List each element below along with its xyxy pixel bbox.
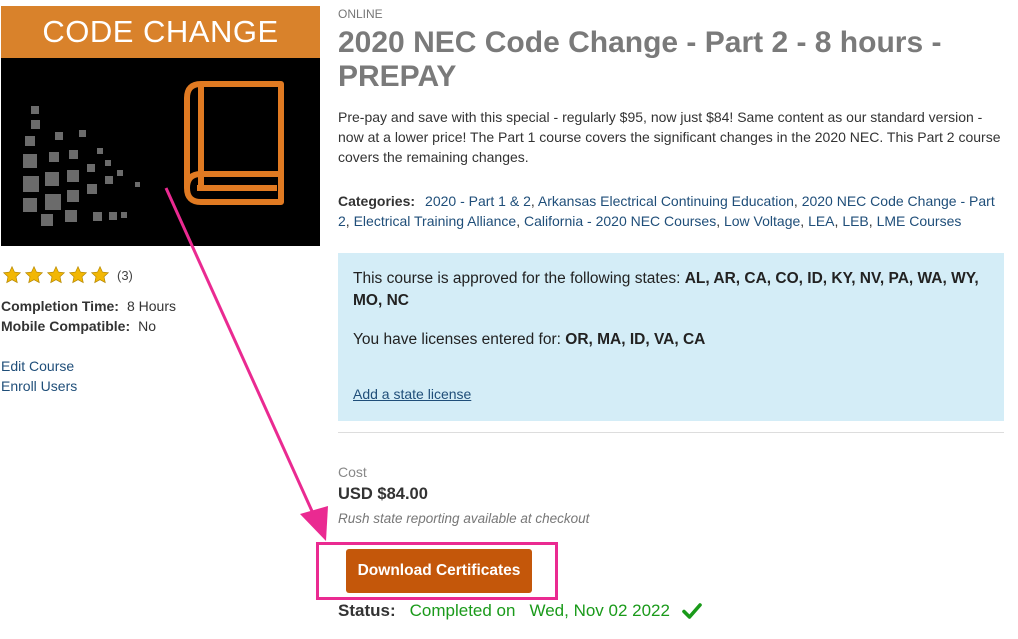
star-icon: [2, 265, 22, 284]
status-date: Wed, Nov 02 2022: [529, 601, 670, 620]
mobile-compatible-label: Mobile Compatible:: [1, 318, 131, 334]
states-info-box: This course is approved for the followin…: [338, 253, 1004, 421]
completion-time-label: Completion Time:: [1, 298, 119, 314]
category-link[interactable]: Low Voltage: [724, 213, 800, 229]
license-states-list: OR, MA, ID, VA, CA: [565, 331, 706, 348]
rush-reporting-note: Rush state reporting available at checko…: [338, 511, 590, 526]
cost-label: Cost: [338, 464, 367, 480]
thumbnail-banner: CODE CHANGE: [1, 6, 320, 58]
license-states-text: You have licenses entered for: OR, MA, I…: [353, 329, 705, 351]
star-icon: [46, 265, 66, 284]
enroll-users-link[interactable]: Enroll Users: [1, 378, 77, 394]
annotation-arrow-head: [300, 506, 328, 541]
license-states-prefix: You have licenses entered for:: [353, 331, 561, 348]
star-rating: (3): [2, 265, 133, 285]
category-link[interactable]: 2020 - Part 1 & 2: [425, 193, 531, 209]
course-thumbnail: CODE CHANGE: [1, 6, 320, 246]
cost-value: USD $84.00: [338, 485, 428, 503]
course-description: Pre-pay and save with this special - reg…: [338, 109, 1001, 165]
mobile-compatible-value: No: [138, 318, 157, 334]
approved-states-text: This course is approved for the followin…: [353, 268, 993, 312]
category-link[interactable]: Arkansas Electrical Continuing Education: [538, 193, 794, 209]
completion-time-value: 8 Hours: [126, 298, 176, 314]
category-link[interactable]: LEA: [808, 213, 834, 229]
edit-course-link[interactable]: Edit Course: [1, 358, 74, 374]
checkmark-icon: [682, 603, 702, 619]
categories: Categories: 2020 - Part 1 & 2, Arkansas E…: [338, 193, 995, 229]
mobile-compatible-row: Mobile Compatible: No: [1, 318, 156, 334]
category-link[interactable]: LME Courses: [877, 213, 962, 229]
categories-label: Categories:: [338, 193, 416, 209]
category-link[interactable]: Electrical Training Alliance: [354, 213, 517, 229]
category-link[interactable]: California - 2020 NEC Courses: [524, 213, 716, 229]
approved-states-prefix: This course is approved for the followin…: [353, 270, 681, 287]
rating-count: (3): [117, 267, 133, 283]
category-link[interactable]: LEB: [842, 213, 868, 229]
status-value: Completed on: [409, 601, 516, 620]
completion-time-row: Completion Time: 8 Hours: [1, 298, 176, 314]
course-type: ONLINE: [338, 7, 383, 21]
star-icon: [68, 265, 88, 284]
course-title: 2020 NEC Code Change - Part 2 - 8 hours …: [338, 26, 942, 93]
add-state-license-link[interactable]: Add a state license: [353, 386, 471, 402]
status-label: Status:: [338, 601, 396, 620]
divider: [338, 432, 1004, 433]
star-icon: [24, 265, 44, 284]
star-icon: [90, 265, 110, 284]
download-certificates-button[interactable]: Download Certificates: [346, 549, 532, 593]
status-row: Status: Completed on Wed, Nov 02 2022: [338, 601, 702, 621]
